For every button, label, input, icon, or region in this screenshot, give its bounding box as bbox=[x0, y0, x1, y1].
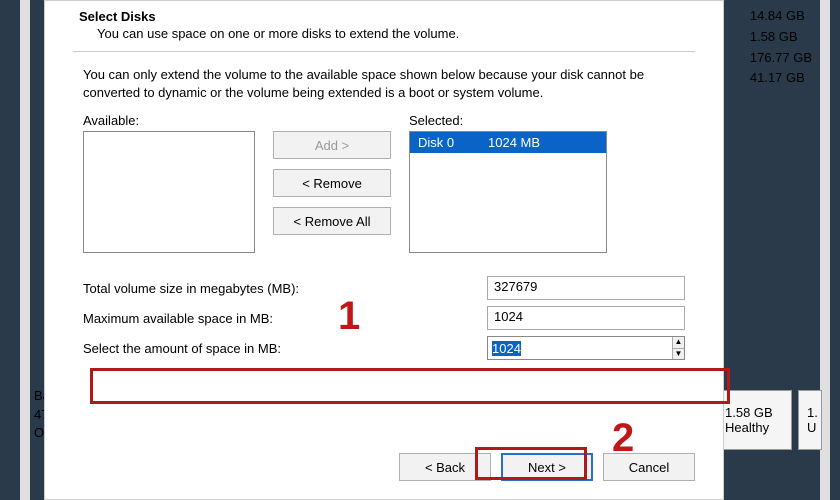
dialog-title: Select Disks bbox=[79, 9, 695, 24]
list-item[interactable]: Disk 0 1024 MB bbox=[410, 132, 606, 153]
spinner-up-icon[interactable]: ▲ bbox=[673, 337, 684, 349]
selected-disk-name: Disk 0 bbox=[418, 135, 488, 150]
selected-disk-size: 1024 MB bbox=[488, 135, 540, 150]
cancel-button[interactable]: Cancel bbox=[603, 453, 695, 481]
extend-volume-wizard-dialog: Select Disks You can use space on one or… bbox=[44, 0, 724, 500]
total-size-label: Total volume size in megabytes (MB): bbox=[83, 281, 487, 296]
amount-spinner[interactable]: ▲ ▼ bbox=[487, 336, 685, 360]
amount-input[interactable] bbox=[488, 337, 672, 359]
amount-label: Select the amount of space in MB: bbox=[83, 341, 487, 356]
background-disk-sizes: 14.84 GB 1.58 GB 176.77 GB 41.17 GB bbox=[750, 6, 812, 89]
total-size-value: 327679 bbox=[487, 276, 685, 300]
back-button[interactable]: < Back bbox=[399, 453, 491, 481]
remove-all-button[interactable]: < Remove All bbox=[273, 207, 391, 235]
available-label: Available: bbox=[83, 113, 255, 128]
next-button[interactable]: Next > bbox=[501, 453, 593, 481]
background-partition-cells: 1.58 GB Healthy 1. U bbox=[716, 390, 822, 450]
available-listbox[interactable] bbox=[83, 131, 255, 253]
selected-label: Selected: bbox=[409, 113, 607, 128]
selected-listbox[interactable]: Disk 0 1024 MB bbox=[409, 131, 607, 253]
remove-button[interactable]: < Remove bbox=[273, 169, 391, 197]
info-text: You can only extend the volume to the av… bbox=[83, 66, 685, 101]
spinner-down-icon[interactable]: ▼ bbox=[673, 349, 684, 360]
divider bbox=[73, 51, 695, 52]
max-space-label: Maximum available space in MB: bbox=[83, 311, 487, 326]
dialog-subtitle: You can use space on one or more disks t… bbox=[97, 26, 695, 41]
add-button[interactable]: Add > bbox=[273, 131, 391, 159]
max-space-value: 1024 bbox=[487, 306, 685, 330]
